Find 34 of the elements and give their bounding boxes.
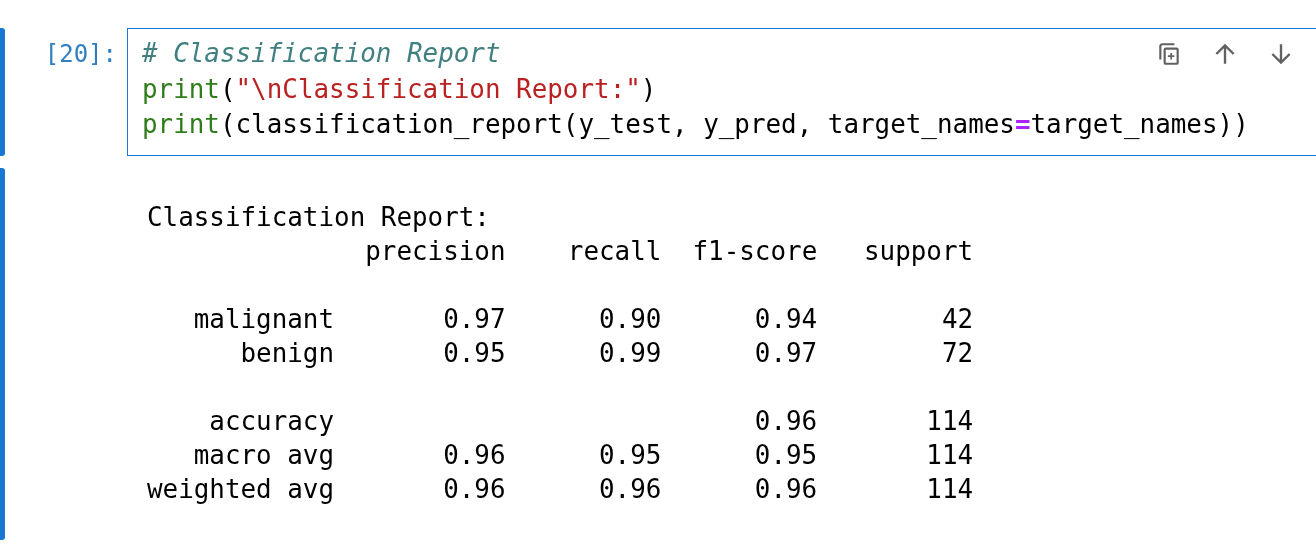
table-cell-text: 0.99 [598, 337, 662, 370]
execution-count: [20]: [43, 39, 118, 70]
row-label: weighted avg [147, 473, 335, 506]
column-header: support [862, 235, 974, 268]
row-label: macro avg [192, 439, 335, 472]
table-cell-text: 0.96 [598, 473, 662, 506]
table-cell-text: 0.96 [753, 473, 818, 506]
table-cell-text: 42 [940, 303, 974, 336]
code-line: print("\nClassification Report:") [142, 72, 657, 106]
table-cell-text: 0.96 [442, 439, 506, 472]
table-cell-text: 72 [940, 337, 974, 370]
table-cell-text: 0.95 [753, 439, 818, 472]
row-label: malignant [192, 303, 335, 336]
row-label: accuracy [208, 405, 335, 438]
code-editor[interactable]: # Classification Report print("\nClassification Report:") print(classification_report(y_test, y_pred, target_names=target_names)) [127, 28, 1316, 156]
column-header: precision [364, 235, 506, 268]
code-line: # Classification Report [142, 37, 501, 70]
column-header: f1-score [691, 235, 818, 268]
table-cell-text: 0.97 [753, 337, 818, 370]
column-header: recall [566, 235, 662, 268]
table-cell-text: 0.94 [753, 303, 818, 336]
table-cell-text: 0.95 [598, 439, 662, 472]
table-cell-text: 114 [925, 405, 974, 438]
table-cell-text: 114 [925, 439, 974, 472]
code-line: print(classification_report(y_test, y_pred, target_names=target_names)) [142, 108, 1249, 141]
table-cell-text: 0.97 [442, 303, 506, 336]
table-cell-text: 0.90 [598, 303, 662, 336]
table-cell-text: 0.96 [442, 473, 506, 506]
table-cell-text: 114 [925, 473, 974, 506]
row-label: benign [239, 337, 335, 370]
table-cell-text: 0.96 [753, 405, 818, 438]
duplicate-icon[interactable] [1156, 41, 1182, 67]
output-title: Classification Report: [147, 201, 491, 234]
table-cell-text: 0.95 [442, 337, 506, 370]
